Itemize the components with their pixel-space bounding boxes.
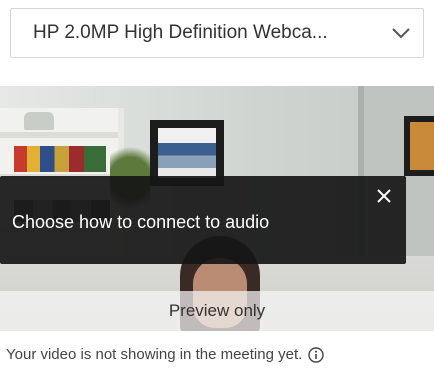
audio-tooltip-message: Choose how to connect to audio bbox=[12, 212, 270, 232]
camera-dropdown-value: HP 2.0MP High Definition Webca... bbox=[33, 22, 328, 43]
audio-tooltip: Choose how to connect to audio bbox=[0, 176, 406, 264]
video-status: Your video is not showing in the meeting… bbox=[6, 346, 434, 363]
preview-only-label: Preview only bbox=[0, 291, 434, 331]
close-icon[interactable] bbox=[376, 188, 392, 204]
wall-picture-right bbox=[404, 116, 434, 176]
camera-dropdown[interactable]: HP 2.0MP High Definition Webca... bbox=[10, 8, 424, 58]
video-status-text: Your video is not showing in the meeting… bbox=[6, 346, 303, 363]
chevron-down-icon bbox=[392, 28, 410, 39]
info-icon[interactable] bbox=[308, 346, 324, 363]
